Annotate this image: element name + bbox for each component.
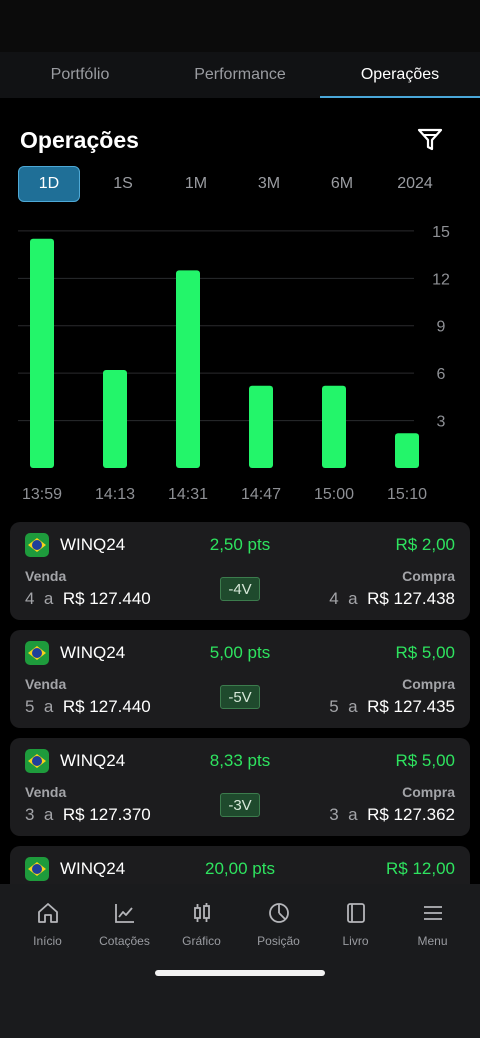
- bar[interactable]: [176, 270, 200, 468]
- amount: R$ 12,00: [386, 859, 455, 878]
- x-tick-label: 14:47: [241, 486, 281, 503]
- points: 8,33 pts: [209, 751, 271, 770]
- filter-icon: [417, 128, 443, 151]
- pie-chart-icon: [266, 900, 292, 926]
- buy-detail: 3 a R$ 127.362: [329, 805, 455, 824]
- points: 5,00 pts: [209, 643, 271, 662]
- tab-performance[interactable]: Performance: [160, 52, 320, 98]
- status-bar-area: [0, 0, 480, 52]
- bar[interactable]: [30, 238, 54, 468]
- period-selector: 1D 1S 1M 3M 6M 2024: [14, 166, 476, 204]
- symbol: WINQ24: [60, 643, 126, 662]
- period-3m[interactable]: 3M: [234, 166, 304, 202]
- book-icon: [343, 900, 369, 926]
- period-1m[interactable]: 1M: [161, 166, 231, 202]
- symbol: WINQ24: [60, 859, 126, 878]
- y-tick-label: 9: [437, 319, 446, 336]
- tab-portfolio[interactable]: Portfólio: [0, 52, 160, 98]
- brazil-flag-icon: [25, 749, 49, 773]
- amount: R$ 5,00: [395, 643, 455, 662]
- buy-detail: 5 a R$ 127.435: [329, 697, 455, 716]
- points: 20,00 pts: [205, 859, 275, 878]
- bar[interactable]: [249, 385, 273, 468]
- nav-label: Início: [33, 934, 62, 948]
- period-2024[interactable]: 2024: [380, 166, 450, 202]
- quantity-badge: -3V: [220, 793, 260, 817]
- nav-label: Cotações: [99, 934, 150, 948]
- home-icon: [35, 900, 61, 926]
- nav-cotacoes[interactable]: Cotações: [86, 900, 163, 948]
- bottom-navigation: Início Cotações Gráfico Posição Livro Me…: [0, 884, 480, 1038]
- x-tick-label: 14:13: [95, 486, 135, 503]
- nav-menu[interactable]: Menu: [394, 900, 471, 948]
- quantity-badge: -4V: [220, 577, 260, 601]
- nav-grafico[interactable]: Gráfico: [163, 900, 240, 948]
- symbol: WINQ24: [60, 751, 126, 770]
- period-6m[interactable]: 6M: [307, 166, 377, 202]
- quantity-badge: -5V: [220, 685, 260, 709]
- operations-bar-chart: 15 12 9 6 3 13:59 14:13 14:31 14:47 15:00 15:10: [18, 224, 450, 503]
- y-tick-label: 6: [437, 366, 446, 383]
- nav-inicio[interactable]: Início: [9, 900, 86, 948]
- nav-label: Gráfico: [182, 934, 221, 948]
- sell-label: Venda: [25, 676, 67, 692]
- nav-livro[interactable]: Livro: [317, 900, 394, 948]
- bar[interactable]: [395, 433, 419, 468]
- nav-label: Posição: [257, 934, 300, 948]
- filter-button[interactable]: [414, 124, 446, 156]
- top-tab-bar: Portfólio Performance Operações: [0, 52, 480, 98]
- points: 2,50 pts: [209, 535, 271, 554]
- period-1s[interactable]: 1S: [88, 166, 158, 202]
- nav-label: Menu: [417, 934, 448, 948]
- sell-detail: 3 a R$ 127.370: [25, 805, 151, 824]
- buy-label: Compra: [402, 784, 455, 800]
- brazil-flag-icon: [25, 857, 49, 881]
- nav-posicao[interactable]: Posição: [240, 900, 317, 948]
- operation-card[interactable]: WINQ24 5,00 pts R$ 5,00 Venda Compra 5 a…: [10, 630, 470, 728]
- bar[interactable]: [103, 370, 127, 468]
- y-tick-label: 15: [432, 224, 450, 241]
- sell-detail: 5 a R$ 127.440: [25, 697, 151, 716]
- y-tick-label: 12: [432, 271, 450, 288]
- operation-card[interactable]: WINQ24 8,33 pts R$ 5,00 Venda Compra 3 a…: [10, 738, 470, 836]
- x-tick-label: 13:59: [22, 486, 62, 503]
- home-indicator: [155, 970, 325, 976]
- symbol: WINQ24: [60, 535, 126, 554]
- period-1d[interactable]: 1D: [18, 166, 80, 202]
- x-tick-label: 14:31: [168, 486, 208, 503]
- buy-label: Compra: [402, 568, 455, 584]
- nav-label: Livro: [342, 934, 369, 948]
- brazil-flag-icon: [25, 533, 49, 557]
- line-chart-icon: [112, 900, 138, 926]
- x-tick-label: 15:10: [387, 486, 427, 503]
- amount: R$ 5,00: [395, 751, 455, 770]
- tab-operacoes[interactable]: Operações: [320, 52, 480, 98]
- operation-card[interactable]: WINQ24 2,50 pts R$ 2,00 Venda Compra 4 a…: [10, 522, 470, 620]
- sell-label: Venda: [25, 784, 67, 800]
- buy-detail: 4 a R$ 127.438: [329, 589, 455, 608]
- candlestick-icon: [189, 900, 215, 926]
- x-tick-label: 15:00: [314, 486, 354, 503]
- bar[interactable]: [322, 385, 346, 468]
- page-title: Operações: [20, 127, 139, 153]
- sell-detail: 4 a R$ 127.440: [25, 589, 151, 608]
- menu-icon: [420, 900, 446, 926]
- amount: R$ 2,00: [395, 535, 455, 554]
- y-tick-label: 3: [437, 414, 446, 431]
- buy-label: Compra: [402, 676, 455, 692]
- sell-label: Venda: [25, 568, 67, 584]
- brazil-flag-icon: [25, 641, 49, 665]
